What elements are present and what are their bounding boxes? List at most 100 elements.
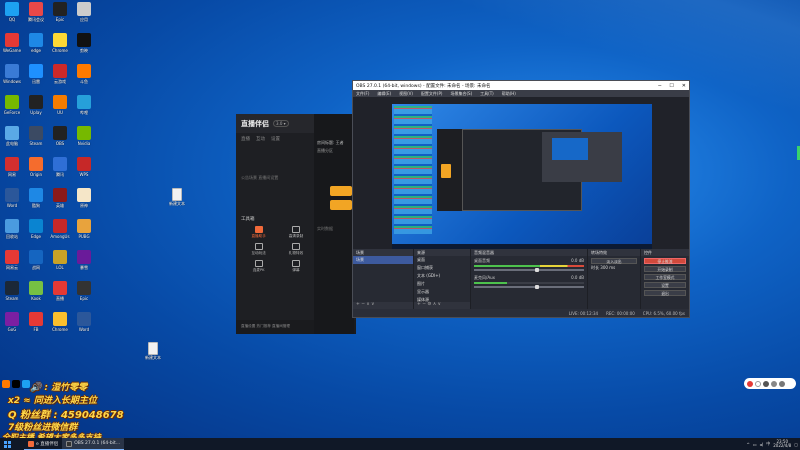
- desktop-icon[interactable]: Nvidia: [73, 126, 95, 146]
- menu-file[interactable]: 文件(F): [356, 91, 369, 97]
- desktop-icon[interactable]: FB: [25, 312, 47, 332]
- desktop-icon[interactable]: OBS: [49, 126, 71, 146]
- tool-item[interactable]: 连麦PK: [241, 260, 276, 273]
- clock[interactable]: 23:50 2022/4/8: [773, 440, 791, 448]
- desktop-icon[interactable]: 斗鱼: [73, 64, 95, 85]
- desktop-icon[interactable]: 应用: [73, 2, 95, 23]
- desktop-icon[interactable]: WPS: [73, 157, 95, 177]
- desktop-icon[interactable]: QQ: [1, 2, 23, 22]
- tool-item[interactable]: 礼物特效: [278, 243, 313, 256]
- tool-item[interactable]: 高清录制: [278, 226, 313, 239]
- start-recording-button[interactable]: 开始录制: [644, 266, 686, 272]
- desktop-icon[interactable]: Uplay: [25, 95, 47, 115]
- desktop-icon[interactable]: Steam: [1, 281, 23, 301]
- tool-item[interactable]: 互动玩法: [241, 243, 276, 256]
- desktop-icon[interactable]: 网易: [1, 157, 23, 178]
- desktop-icon[interactable]: Steam: [25, 126, 47, 146]
- desktop-icon[interactable]: Word: [1, 188, 23, 208]
- desktop-icon[interactable]: Word: [73, 312, 95, 332]
- desktop-icon[interactable]: Origin: [25, 157, 47, 177]
- desktop-icon[interactable]: AmongUs: [49, 219, 71, 239]
- desktop-icon[interactable]: GoG: [1, 312, 23, 332]
- live-settings-button[interactable]: [330, 200, 352, 210]
- desktop-icon[interactable]: Epic: [49, 2, 71, 22]
- desktop-icon[interactable]: Chrome: [49, 33, 71, 53]
- source-item[interactable]: 桌面: [414, 256, 470, 264]
- desktop-icon[interactable]: Edge: [25, 219, 47, 239]
- slider-handle[interactable]: [534, 285, 539, 289]
- volume-slider[interactable]: [474, 268, 584, 272]
- desktop-icon[interactable]: 迅雷: [25, 64, 47, 85]
- obs-preview[interactable]: [353, 97, 689, 249]
- desktop-icon[interactable]: 哔哩: [73, 95, 95, 116]
- settings-button[interactable]: 设置: [644, 282, 686, 288]
- volume-icon[interactable]: ◂): [760, 442, 764, 447]
- desktop-icon[interactable]: 暴雪: [73, 250, 95, 271]
- menu-view[interactable]: 视图(V): [399, 91, 413, 97]
- channel-db: 0.0 dB: [571, 258, 584, 263]
- network-icon[interactable]: ▭: [753, 442, 757, 447]
- desktop-icon[interactable]: 剪映: [73, 33, 95, 54]
- maximize-icon[interactable]: ☐: [669, 83, 673, 89]
- version-dropdown[interactable]: 3.0 ▾: [273, 120, 289, 127]
- desktop-icon[interactable]: 原神: [73, 188, 95, 209]
- close-icon[interactable]: ✕: [682, 83, 686, 89]
- slider-handle[interactable]: [534, 268, 539, 272]
- menu-help[interactable]: 帮助(H): [502, 91, 516, 97]
- desktop-icon[interactable]: 网易云: [1, 250, 23, 271]
- tool-item[interactable]: 直播助手: [241, 226, 276, 239]
- desktop-icon[interactable]: Kook: [25, 281, 47, 301]
- desktop-icon[interactable]: Epic: [73, 281, 95, 301]
- desktop-icon[interactable]: 战网: [25, 250, 47, 271]
- taskbar-app[interactable]: e 直播伴侣: [24, 438, 63, 450]
- desktop-icon[interactable]: 腾讯会议: [25, 2, 47, 23]
- ime-icon[interactable]: 中: [766, 441, 770, 447]
- source-item[interactable]: 文本 (GDI+): [414, 272, 470, 280]
- desktop-icon[interactable]: 此电脑: [1, 126, 23, 147]
- desktop-icon[interactable]: Windows: [1, 64, 23, 84]
- chevron-up-icon[interactable]: ^: [747, 442, 750, 447]
- obs-window[interactable]: OBS 27.0.1 (64-bit, windows) - 配置文件: 未命名…: [352, 80, 690, 318]
- desktop-icon[interactable]: UU: [49, 95, 71, 115]
- scene-item[interactable]: 场景: [353, 256, 413, 264]
- start-live-button[interactable]: [330, 186, 352, 196]
- studio-mode-button[interactable]: 工作室模式: [644, 274, 686, 280]
- desktop-icon[interactable]: 回收站: [1, 219, 23, 240]
- menu-edit[interactable]: 编辑(E): [377, 91, 391, 97]
- volume-slider[interactable]: [474, 285, 584, 289]
- floating-input-widget[interactable]: [744, 378, 796, 389]
- taskbar-app[interactable]: OBS 27.0.1 (64-bit...: [62, 438, 125, 450]
- desktop-icon[interactable]: LOL: [49, 250, 71, 270]
- start-button[interactable]: [0, 438, 14, 450]
- desktop-icon[interactable]: WeGame: [1, 33, 23, 53]
- source-item[interactable]: 显示器: [414, 288, 470, 296]
- menu-scene-collection[interactable]: 场景集合(S): [450, 91, 472, 97]
- nested-desktop-capture: [392, 104, 652, 249]
- source-item[interactable]: 窗口捕获: [414, 264, 470, 272]
- app-icon: [77, 312, 91, 326]
- notification-icon[interactable]: ▢: [794, 442, 798, 447]
- desktop-file-icon[interactable]: 新建文本: [138, 342, 168, 361]
- tab-live[interactable]: 直播: [241, 136, 250, 142]
- desktop-icon[interactable]: 英雄: [49, 188, 71, 209]
- desktop-icon[interactable]: 酷狗: [25, 188, 47, 209]
- stop-stream-button[interactable]: 停止推流: [644, 258, 686, 264]
- tool-item[interactable]: 弹幕: [278, 260, 313, 273]
- menu-tools[interactable]: 工具(T): [480, 91, 494, 97]
- desktop-icon[interactable]: 直播: [49, 281, 71, 302]
- desktop-icon[interactable]: GeForce: [1, 95, 23, 115]
- source-item[interactable]: 图片: [414, 280, 470, 288]
- tab-interact[interactable]: 互动: [256, 136, 265, 142]
- desktop-icon[interactable]: 云游戏: [49, 64, 71, 85]
- desktop-icon[interactable]: PUBG: [73, 219, 95, 239]
- menu-profile[interactable]: 配置文件(P): [421, 91, 443, 97]
- desktop-file-icon[interactable]: 新建文本: [162, 188, 192, 207]
- minimize-icon[interactable]: ─: [658, 83, 661, 89]
- desktop-icon[interactable]: Chrome: [49, 312, 71, 332]
- desktop-icon[interactable]: 腾讯: [49, 157, 71, 178]
- exit-button[interactable]: 退出: [644, 290, 686, 296]
- search-icon[interactable]: [14, 438, 24, 450]
- tab-settings[interactable]: 设置: [271, 136, 280, 142]
- duration-input[interactable]: 300 ms: [600, 265, 615, 270]
- desktop-icon[interactable]: edge: [25, 33, 47, 53]
